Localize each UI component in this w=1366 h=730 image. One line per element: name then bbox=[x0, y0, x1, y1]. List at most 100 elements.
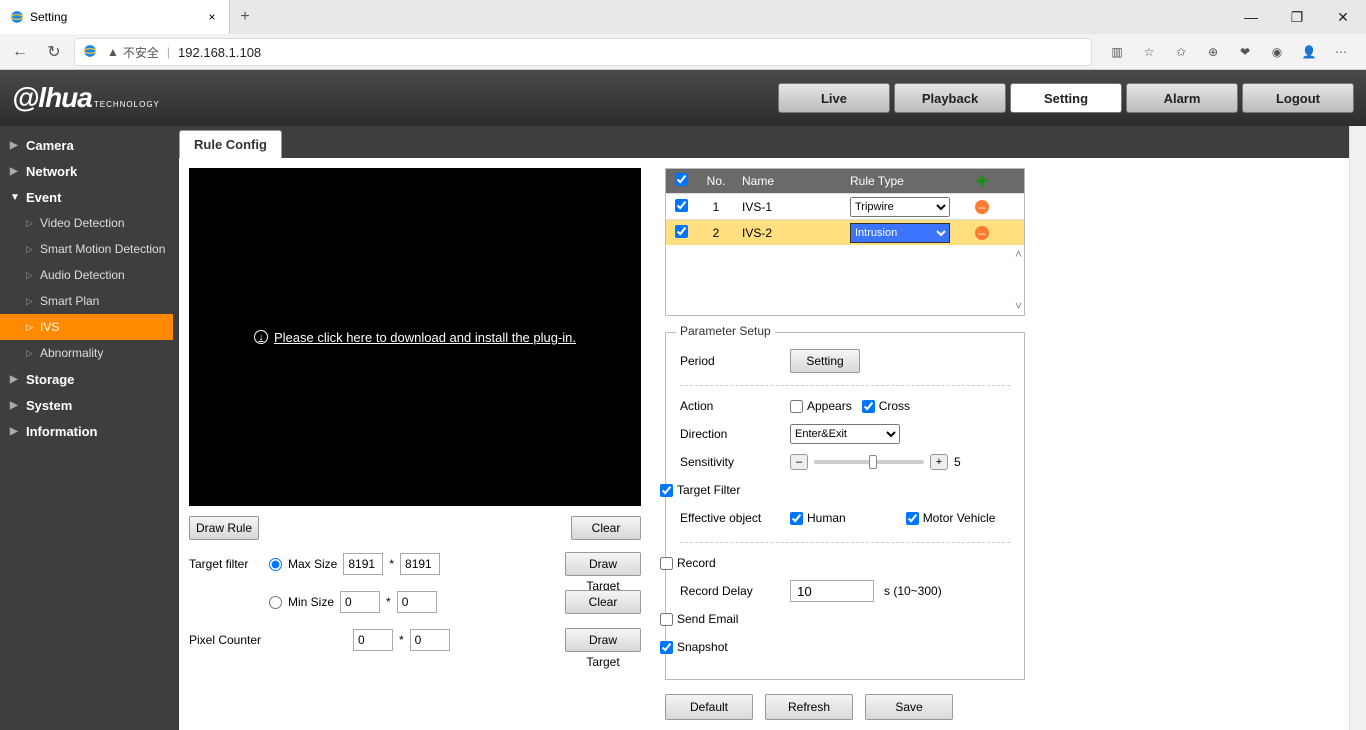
sidebar-item-storage[interactable]: ▶Storage bbox=[0, 366, 173, 392]
save-button[interactable]: Save bbox=[865, 694, 953, 720]
max-width-input[interactable] bbox=[343, 553, 383, 575]
url-field[interactable]: ▲ 不安全 | 192.168.1.108 bbox=[74, 38, 1092, 66]
motor-option[interactable]: Motor Vehicle bbox=[906, 511, 996, 525]
target-filter-option[interactable]: Target Filter bbox=[660, 483, 740, 497]
slider-thumb[interactable] bbox=[869, 455, 877, 469]
record-checkbox[interactable] bbox=[660, 557, 673, 570]
max-size-label: Max Size bbox=[288, 557, 337, 571]
rule-row[interactable]: 1 IVS-1 Tripwire – bbox=[666, 193, 1024, 219]
delete-rule-icon[interactable]: – bbox=[975, 200, 989, 214]
minimize-button[interactable]: ― bbox=[1228, 9, 1274, 26]
new-tab-button[interactable]: + bbox=[230, 8, 260, 26]
send-email-checkbox[interactable] bbox=[660, 613, 673, 626]
col-name: Name bbox=[736, 174, 844, 188]
draw-rule-button[interactable]: Draw Rule bbox=[189, 516, 259, 540]
extension2-icon[interactable]: ◉ bbox=[1268, 45, 1286, 59]
sidebar-item-system[interactable]: ▶System bbox=[0, 392, 173, 418]
direction-select[interactable]: Enter&Exit bbox=[790, 424, 900, 444]
clear-rule-button[interactable]: Clear bbox=[571, 516, 641, 540]
sensitivity-slider[interactable]: – + 5 bbox=[790, 454, 961, 470]
max-size-radio[interactable] bbox=[269, 558, 282, 571]
ie-icon bbox=[10, 10, 24, 24]
extensions-icon[interactable]: ❤ bbox=[1236, 45, 1254, 59]
tab-rule-config[interactable]: Rule Config bbox=[179, 130, 282, 158]
sidebar-item-network[interactable]: ▶Network bbox=[0, 158, 173, 184]
pixel-width-input[interactable] bbox=[353, 629, 393, 651]
snapshot-option[interactable]: Snapshot bbox=[660, 640, 728, 654]
appears-checkbox[interactable] bbox=[790, 400, 803, 413]
tab-title: Setting bbox=[30, 10, 199, 24]
refresh-button[interactable]: ↻ bbox=[40, 38, 68, 66]
max-height-input[interactable] bbox=[400, 553, 440, 575]
delete-rule-icon[interactable]: – bbox=[975, 226, 989, 240]
record-option[interactable]: Record bbox=[660, 556, 716, 570]
tab-close-icon[interactable]: × bbox=[205, 10, 219, 24]
sidebar-item-abnormality[interactable]: ▷Abnormality bbox=[0, 340, 173, 366]
cross-option[interactable]: Cross bbox=[862, 399, 910, 413]
toolbar-icons: ▥ ☆ ✩ ⊕ ❤ ◉ 👤 ⋯ bbox=[1098, 45, 1360, 59]
rule-table-body-spacer: ˄ ˅ bbox=[666, 245, 1024, 315]
sidebar-item-event[interactable]: ▼Event bbox=[0, 184, 173, 210]
close-window-button[interactable]: ✕ bbox=[1320, 9, 1366, 26]
content: Rule Config ↓ Please click here to downl… bbox=[179, 130, 1349, 730]
snapshot-checkbox[interactable] bbox=[660, 641, 673, 654]
maximize-button[interactable]: ❐ bbox=[1274, 9, 1320, 26]
nav-setting[interactable]: Setting bbox=[1010, 83, 1122, 113]
nav-playback[interactable]: Playback bbox=[894, 83, 1006, 113]
sidebar-item-information[interactable]: ▶Information bbox=[0, 418, 173, 444]
min-height-input[interactable] bbox=[397, 591, 437, 613]
sidebar-item-audio-detection[interactable]: ▷Audio Detection bbox=[0, 262, 173, 288]
sidebar-item-ivs[interactable]: ▷IVS bbox=[0, 314, 173, 340]
url-separator: | bbox=[167, 45, 170, 59]
rule-checkbox[interactable] bbox=[675, 199, 688, 212]
sensitivity-increase-button[interactable]: + bbox=[930, 454, 948, 470]
min-size-radio[interactable] bbox=[269, 596, 282, 609]
sidebar-item-smart-motion[interactable]: ▷Smart Motion Detection bbox=[0, 236, 173, 262]
reader-icon[interactable]: ▥ bbox=[1108, 45, 1126, 59]
favorite-icon[interactable]: ☆ bbox=[1140, 45, 1158, 59]
select-all-rules-checkbox[interactable] bbox=[675, 173, 688, 186]
nav-logout[interactable]: Logout bbox=[1242, 83, 1354, 113]
favorites-bar-icon[interactable]: ✩ bbox=[1172, 45, 1190, 59]
sidebar-item-smart-plan[interactable]: ▷Smart Plan bbox=[0, 288, 173, 314]
more-icon[interactable]: ⋯ bbox=[1332, 45, 1350, 59]
security-label: 不安全 bbox=[123, 44, 159, 61]
human-option[interactable]: Human bbox=[790, 511, 846, 525]
nav-live[interactable]: Live bbox=[778, 83, 890, 113]
window-controls: ― ❐ ✕ bbox=[1228, 9, 1366, 26]
cross-checkbox[interactable] bbox=[862, 400, 875, 413]
collections-icon[interactable]: ⊕ bbox=[1204, 45, 1222, 59]
browser-tab[interactable]: Setting × bbox=[0, 0, 230, 34]
back-button[interactable]: ← bbox=[6, 38, 34, 66]
add-rule-icon[interactable]: ✚ bbox=[976, 173, 988, 189]
rule-row[interactable]: 2 IVS-2 Intrusion – bbox=[666, 219, 1024, 245]
clear-target-button[interactable]: Clear bbox=[565, 590, 641, 614]
human-checkbox[interactable] bbox=[790, 512, 803, 525]
default-button[interactable]: Default bbox=[665, 694, 753, 720]
pixel-height-input[interactable] bbox=[410, 629, 450, 651]
appears-option[interactable]: Appears bbox=[790, 399, 852, 413]
scrollbar[interactable] bbox=[1349, 126, 1366, 730]
record-delay-input[interactable] bbox=[790, 580, 874, 602]
motor-checkbox[interactable] bbox=[906, 512, 919, 525]
sensitivity-decrease-button[interactable]: – bbox=[790, 454, 808, 470]
period-setting-button[interactable]: Setting bbox=[790, 349, 860, 373]
sidebar-item-video-detection[interactable]: ▷Video Detection bbox=[0, 210, 173, 236]
scroll-down-icon[interactable]: ˅ bbox=[1015, 299, 1022, 313]
min-width-input[interactable] bbox=[340, 591, 380, 613]
scroll-up-icon[interactable]: ˄ bbox=[1015, 247, 1022, 261]
rule-checkbox[interactable] bbox=[675, 225, 688, 238]
plugin-download-link[interactable]: ↓ Please click here to download and inst… bbox=[254, 330, 576, 345]
rule-type-select[interactable]: Intrusion bbox=[850, 223, 950, 243]
address-bar: ← ↻ ▲ 不安全 | 192.168.1.108 ▥ ☆ ✩ ⊕ ❤ ◉ 👤 … bbox=[0, 34, 1366, 70]
draw-target-max-button[interactable]: Draw Target bbox=[565, 552, 641, 576]
send-email-option[interactable]: Send Email bbox=[660, 612, 738, 626]
draw-target-pixel-button[interactable]: Draw Target bbox=[565, 628, 641, 652]
profile-icon[interactable]: 👤 bbox=[1300, 45, 1318, 59]
refresh-button[interactable]: Refresh bbox=[765, 694, 853, 720]
rule-type-select[interactable]: Tripwire bbox=[850, 197, 950, 217]
target-filter-checkbox[interactable] bbox=[660, 484, 673, 497]
slider-track[interactable] bbox=[814, 460, 924, 464]
nav-alarm[interactable]: Alarm bbox=[1126, 83, 1238, 113]
sidebar-item-camera[interactable]: ▶Camera bbox=[0, 132, 173, 158]
